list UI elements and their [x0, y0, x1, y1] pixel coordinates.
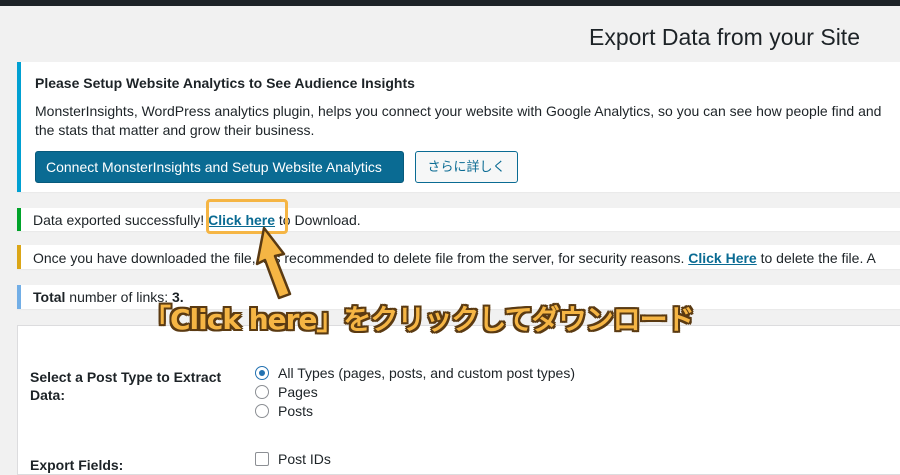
- post-type-options: All Types (pages, posts, and custom post…: [255, 363, 575, 420]
- post-type-option-label: Posts: [278, 402, 314, 419]
- admin-top-bar: [0, 0, 900, 6]
- export-success-prefix: Data exported successfully!: [33, 212, 209, 228]
- connect-monsterinsights-button[interactable]: Connect MonsterInsights and Setup Websit…: [35, 151, 404, 183]
- total-label: Total: [33, 289, 66, 305]
- analytics-notice-line2: the stats that matter and grow their bus…: [35, 122, 315, 138]
- annotation-caption: 「Click here」をクリックしてダウンロード: [143, 303, 695, 336]
- export-success-notice: Data exported successfully! Click here t…: [17, 208, 900, 231]
- post-type-option-label: Pages: [278, 383, 318, 400]
- export-field-label: Post IDs: [278, 451, 331, 467]
- radio-all-types[interactable]: [255, 365, 269, 380]
- export-success-text: Data exported successfully! Click here t…: [33, 212, 361, 228]
- post-type-option-posts[interactable]: Posts: [255, 401, 575, 420]
- post-type-option-label: All Types (pages, posts, and custom post…: [278, 364, 576, 381]
- export-fields-label: Export Fields:: [30, 457, 124, 473]
- delete-warning-suffix: to delete the file. A: [756, 250, 876, 266]
- post-type-option-all[interactable]: All Types (pages, posts, and custom post…: [255, 363, 575, 382]
- radio-posts[interactable]: [255, 403, 269, 418]
- analytics-notice-text: MonsterInsights, WordPress analytics plu…: [35, 102, 900, 140]
- annotation-arrow-icon: [255, 226, 292, 300]
- analytics-notice-heading: Please Setup Website Analytics to See Au…: [35, 75, 415, 91]
- export-field-post-ids[interactable]: Post IDs: [255, 451, 331, 467]
- export-form: Select a Post Type to Extract Data: All …: [17, 325, 900, 475]
- delete-file-link[interactable]: Click Here: [688, 250, 756, 266]
- delete-warning-prefix: Once you have downloaded the file, it is…: [33, 250, 689, 266]
- analytics-notice-line1: MonsterInsights, WordPress analytics plu…: [35, 103, 882, 119]
- delete-file-warning-text: Once you have downloaded the file, it is…: [33, 250, 876, 266]
- analytics-notice: Please Setup Website Analytics to See Au…: [17, 62, 900, 192]
- page-title: Export Data from your Site: [589, 24, 860, 50]
- post-type-label: Select a Post Type to Extract Data:: [30, 369, 222, 403]
- checkbox-post-ids[interactable]: [255, 452, 269, 466]
- radio-pages[interactable]: [255, 384, 269, 399]
- post-type-option-pages[interactable]: Pages: [255, 382, 575, 401]
- delete-file-warning-notice: Once you have downloaded the file, it is…: [17, 245, 900, 269]
- learn-more-button[interactable]: さらに詳しく: [415, 151, 518, 183]
